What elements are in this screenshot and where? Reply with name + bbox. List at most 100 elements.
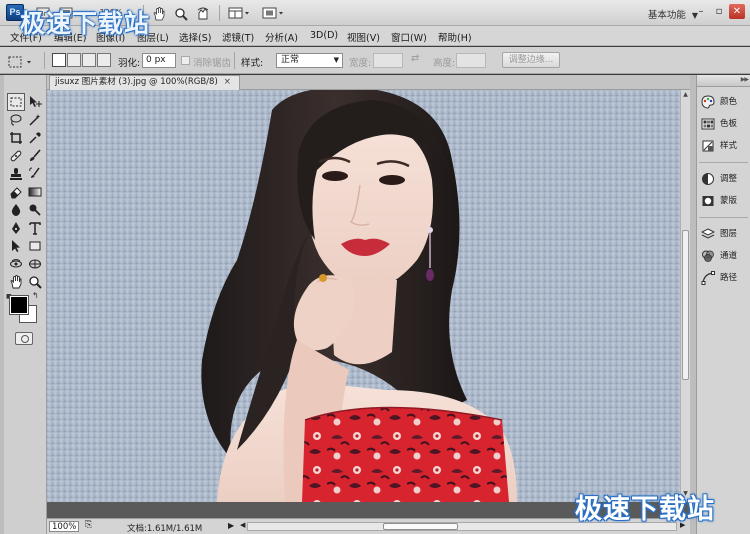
blur-tool[interactable] [7,201,25,219]
3d-rotate-tool[interactable] [7,255,25,273]
document-tab[interactable]: jisuxz 图片素材 (3).jpg @ 100%(RGB/8) × [49,75,240,90]
refine-edge-button[interactable]: 调整边缘... [502,52,560,68]
zoom-tool-button[interactable] [172,5,190,21]
panel-color[interactable]: 颜色 [698,92,749,112]
panel-masks[interactable]: 蒙版 [698,191,749,211]
document-tab-title: jisuxz 图片素材 (3).jpg @ 100%(RGB/8) [55,77,218,87]
menu-3d[interactable]: 3D(D) [310,30,338,41]
panel-paths[interactable]: 路径 [698,268,749,288]
quick-selection-tool[interactable] [26,111,44,129]
minimize-button[interactable]: – [693,4,709,19]
panel-adjustments[interactable]: 调整 [698,169,749,189]
panel-channels[interactable]: 通道 [698,246,749,266]
style-select-value: 正常 [281,55,300,65]
path-selection-icon [12,240,20,252]
vertical-scrollbar[interactable]: ▲ ▼ [680,90,690,502]
marquee-tool[interactable] [7,93,25,111]
marquee-preset-icon [8,56,31,68]
crop-tool[interactable] [7,129,25,147]
clone-stamp-tool[interactable] [7,165,25,183]
palette-icon [701,95,715,109]
close-tab-icon[interactable]: × [224,77,231,87]
masks-icon [702,196,714,206]
menu-analysis[interactable]: 分析(A) [265,30,298,44]
toolbox-grip[interactable] [0,75,4,534]
magnifier-icon [175,8,188,21]
lasso-tool[interactable] [7,111,25,129]
subtract-from-selection-icon[interactable] [82,53,96,67]
hand-tool-button[interactable] [150,5,168,21]
healing-brush-tool[interactable] [7,147,25,165]
menu-window[interactable]: 窗口(W) [391,30,427,44]
eyedropper-tool[interactable] [26,129,44,147]
history-brush-tool[interactable] [26,165,44,183]
brush-icon [30,149,41,161]
panel-layers[interactable]: 图层 [698,224,749,244]
eraser-tool[interactable] [7,183,25,201]
antialias-checkbox[interactable] [181,56,190,65]
swap-colors-icon[interactable]: ↰ [32,291,39,300]
menu-help[interactable]: 帮助(H) [438,30,472,44]
3d-orbit-tool[interactable] [26,255,44,273]
workspace-switcher[interactable]: 基本功能 ▼ [648,7,698,21]
rotate-view-button[interactable] [194,5,212,21]
workspace-label: 基本功能 [647,10,686,21]
foreground-color-swatch[interactable] [9,295,29,315]
vertical-scroll-thumb[interactable] [682,230,689,380]
image-canvas[interactable] [47,90,680,502]
hand-tool[interactable] [7,273,25,291]
scroll-left-icon[interactable]: ◀ [240,521,245,529]
panel-layers-label: 图层 [720,229,738,239]
menu-view[interactable]: 视图(V) [347,30,380,44]
separator [44,52,45,69]
width-input[interactable] [373,53,403,68]
path-selection-tool[interactable] [7,237,25,255]
screen-mode-button[interactable] [260,5,288,21]
new-selection-icon[interactable] [52,53,66,67]
move-tool[interactable] [26,93,44,111]
status-menu-arrow-icon[interactable]: ▶ [228,521,234,530]
arrange-documents-button[interactable] [226,5,254,21]
quick-mask-button[interactable] [15,332,33,345]
scroll-up-icon[interactable]: ▲ [682,91,689,98]
document-tab-bar: jisuxz 图片素材 (3).jpg @ 100%(RGB/8) × [47,75,690,90]
arrange-documents-icon [228,7,249,19]
gradient-tool[interactable] [26,183,44,201]
swap-dimensions-icon[interactable]: ⇄ [411,53,419,64]
options-bar: 羽化: 0 px 消除锯齿 样式: 正常 ▼ 宽度: ⇄ 高度: 调整边缘... [0,47,750,74]
paths-icon [701,271,715,285]
panel-swatches[interactable]: 色板 [698,114,749,134]
tool-preset-picker[interactable] [6,53,38,69]
style-label: 样式: [241,58,264,69]
rectangle-shape-icon [29,241,41,251]
horizontal-scroll-thumb[interactable] [383,523,458,530]
panel-styles[interactable]: 样式 [698,136,749,156]
height-input[interactable] [456,53,486,68]
maximize-button[interactable]: ▫ [711,4,727,19]
close-button[interactable]: ✕ [729,4,745,19]
panel-paths-label: 路径 [720,273,738,283]
panel-dock: 颜色 色板 样式 调整 蒙版 图层 通道 路径 [696,75,750,534]
type-tool[interactable] [26,219,44,237]
status-zoom-input[interactable]: 100% [49,521,79,532]
styles-icon [702,140,714,152]
shape-tool[interactable] [26,237,44,255]
pen-tool[interactable] [7,219,25,237]
menu-select[interactable]: 选择(S) [179,30,211,44]
panel-styles-label: 样式 [720,141,738,151]
panel-group-divider [699,217,748,218]
brush-tool[interactable] [26,147,44,165]
menu-filter[interactable]: 滤镜(T) [222,30,254,44]
document-size-info: 文档:1.61M/1.61M [127,524,203,534]
feather-input[interactable]: 0 px [142,53,176,68]
style-select[interactable]: 正常 ▼ [276,53,343,68]
export-icon[interactable]: ⎘ [85,520,92,530]
channels-icon [702,250,714,262]
intersect-selection-icon[interactable] [97,53,111,67]
chevron-down-icon: ▼ [333,56,339,64]
type-icon [29,222,41,235]
dock-collapse-bar[interactable] [697,75,750,87]
dodge-tool[interactable] [26,201,44,219]
zoom-tool[interactable] [26,273,44,291]
add-to-selection-icon[interactable] [67,53,81,67]
